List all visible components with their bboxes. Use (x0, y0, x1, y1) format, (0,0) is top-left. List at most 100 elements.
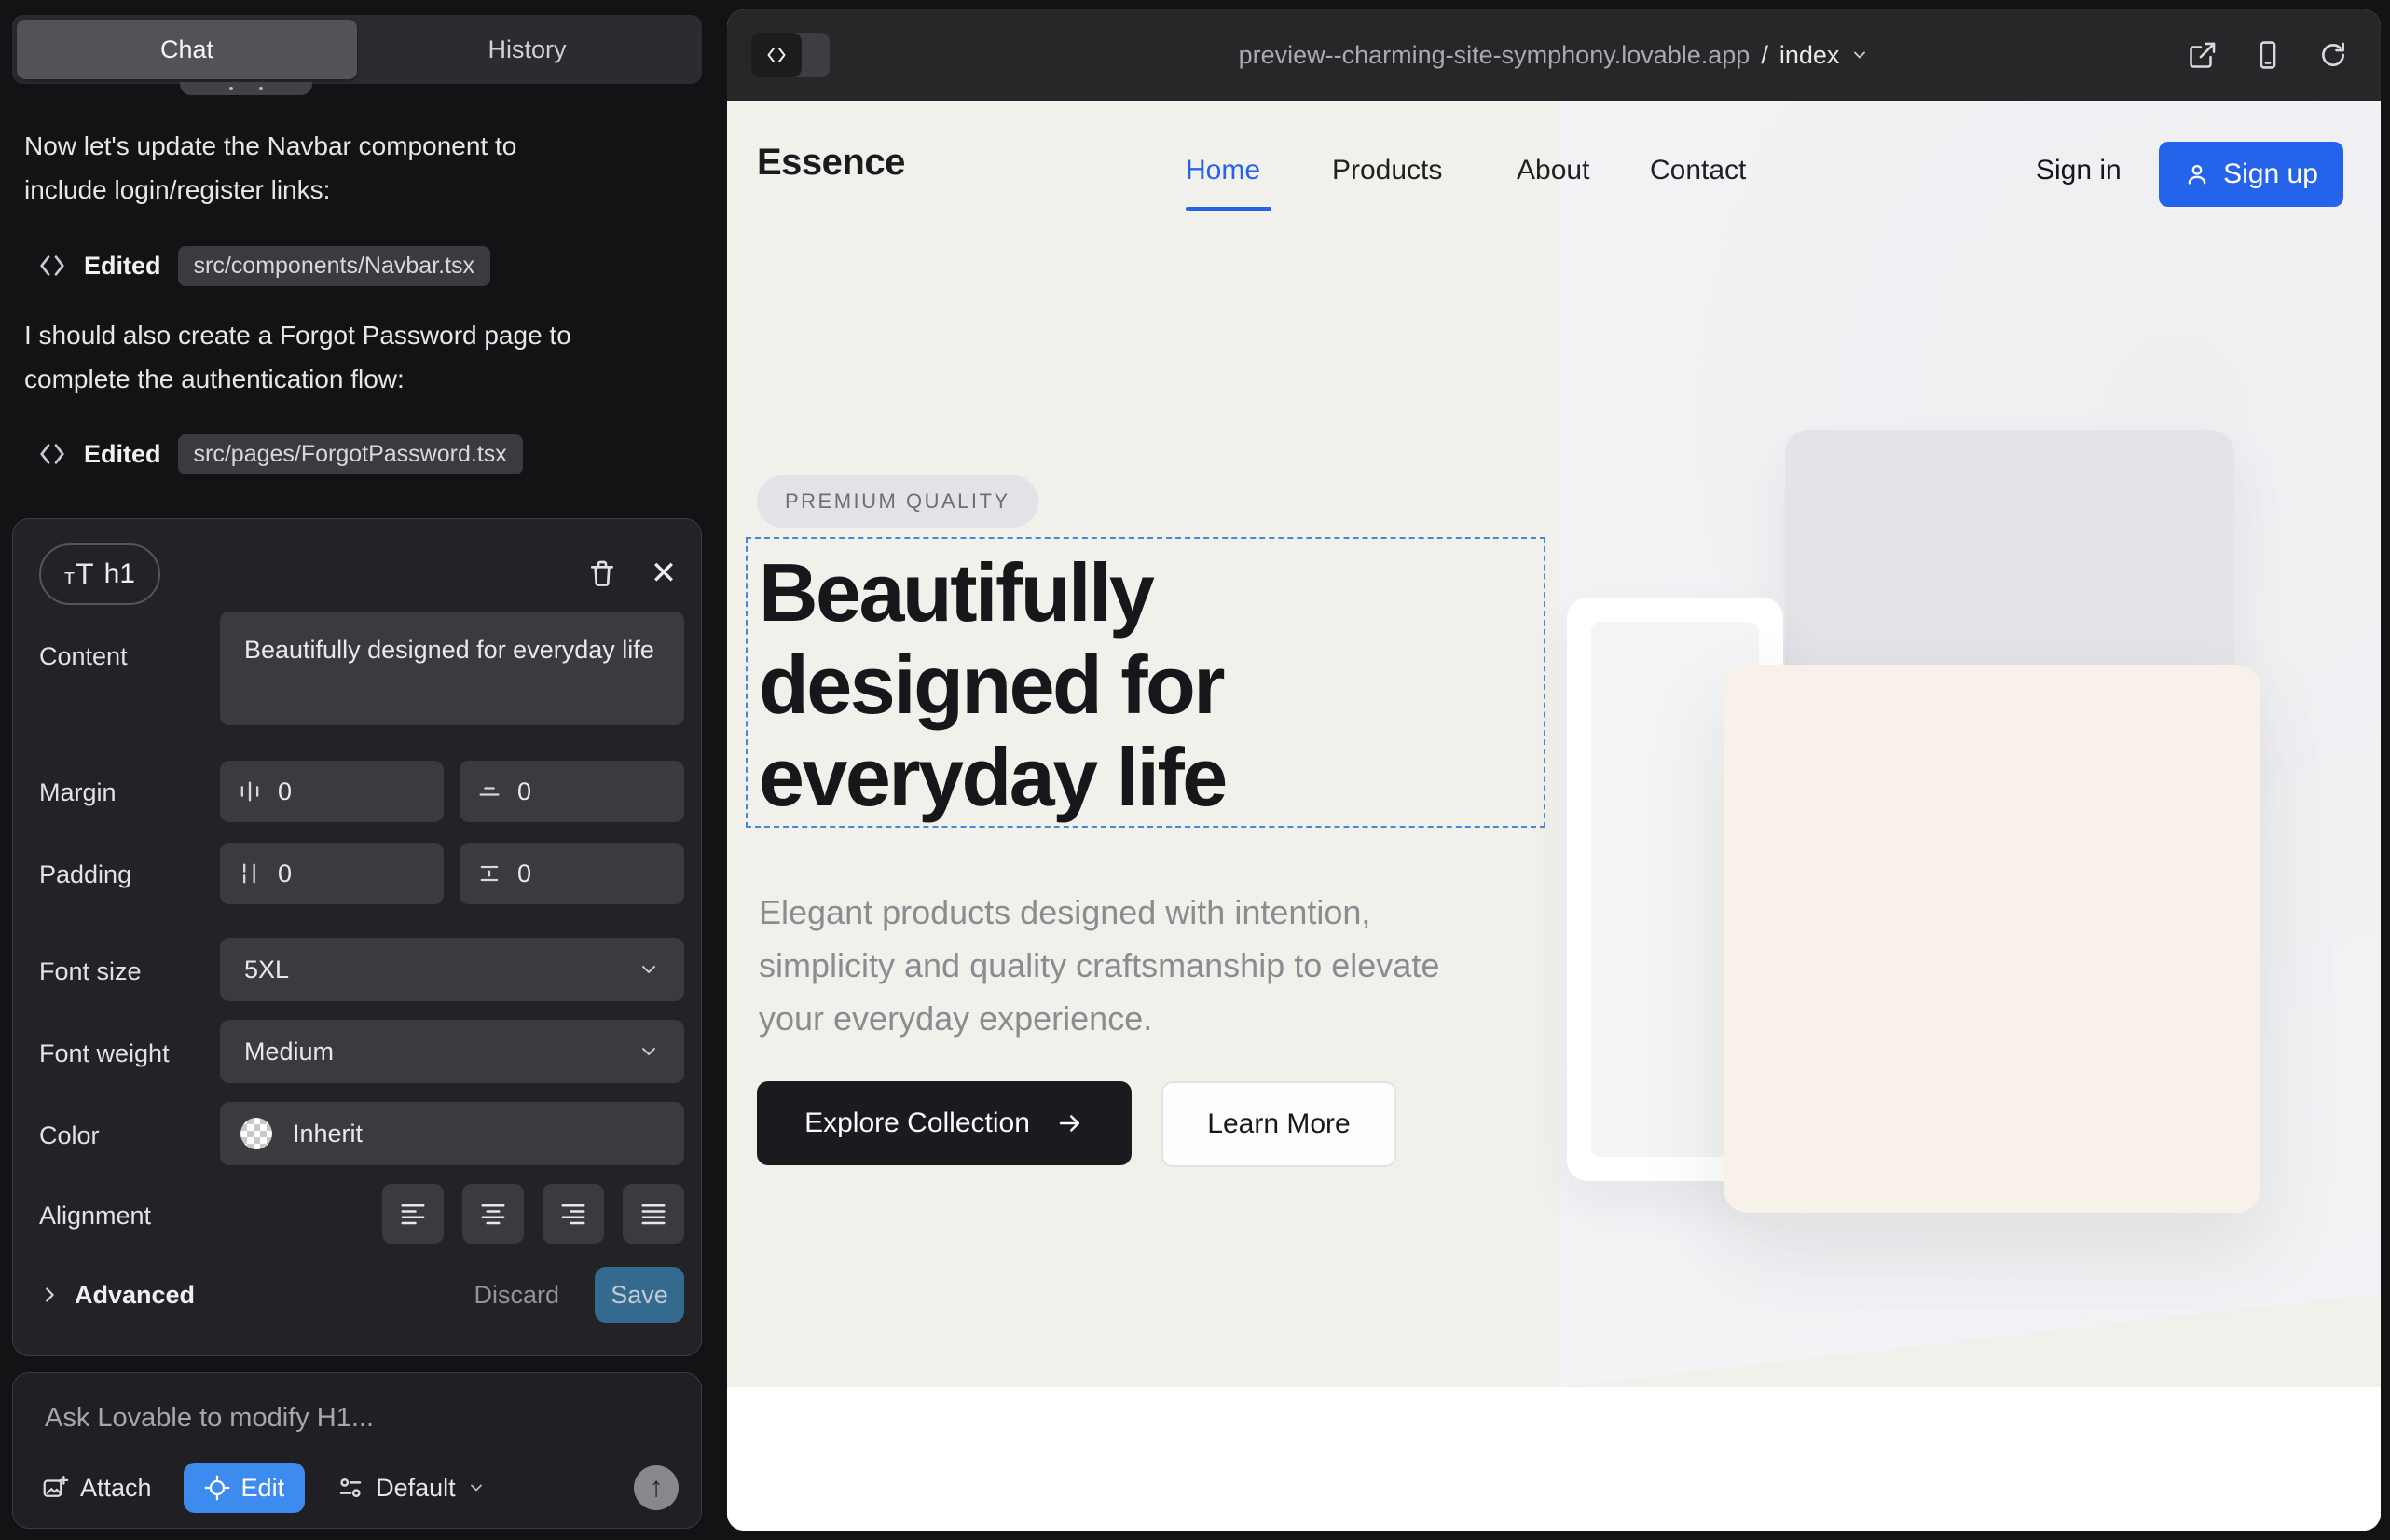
advanced-toggle[interactable]: Advanced (39, 1281, 195, 1310)
url-bar[interactable]: preview--charming-site-symphony.lovable.… (913, 9, 2194, 101)
code-icon (37, 439, 67, 469)
arrow-up-icon: ↑ (650, 1472, 664, 1504)
sliders-icon (337, 1474, 364, 1502)
chevron-right-icon (39, 1285, 60, 1305)
font-size-select[interactable]: 5XL (220, 938, 684, 1001)
editor-footer: Advanced Discard Save (39, 1265, 684, 1325)
external-link-icon (2187, 39, 2218, 71)
margin-y-input[interactable] (517, 777, 601, 806)
url-page-selector: index (1779, 41, 1840, 70)
align-center-button[interactable] (462, 1184, 524, 1244)
delete-element-button[interactable] (582, 551, 623, 596)
nav-link-products[interactable]: Products (1332, 155, 1442, 186)
edit-target-icon (204, 1475, 230, 1501)
attach-image-icon (41, 1474, 69, 1502)
selected-element-tag: тT h1 (39, 543, 160, 605)
site-logo[interactable]: Essence (757, 142, 905, 184)
padding-label: Padding (39, 860, 131, 889)
edited-file-chip[interactable]: src/components/Navbar.tsx (178, 246, 491, 286)
decorative-card-cream (1724, 665, 2260, 1213)
hero-heading[interactable]: Beautifully designed for everyday life (759, 546, 1355, 823)
refresh-icon (2317, 39, 2349, 71)
margin-y-field (460, 761, 684, 822)
preview-viewport: Essence Home Products About Contact Sign… (727, 101, 2381, 1531)
edit-mode-button[interactable]: Edit (184, 1463, 306, 1513)
padding-horizontal-icon (237, 860, 263, 887)
margin-horizontal-icon (237, 778, 263, 804)
discard-button[interactable]: Discard (474, 1281, 559, 1310)
edited-label: Edited (84, 252, 161, 281)
padding-y-field (460, 843, 684, 904)
edited-file-row: Edited src/components/Navbar.tsx (37, 244, 490, 287)
element-editor-panel: тT h1 ✕ Content Beautifully designed for… (12, 518, 702, 1356)
chat-history-tabbar: Chat History (12, 15, 702, 84)
chat-message: I should also create a Forgot Password p… (24, 313, 584, 401)
margin-label: Margin (39, 778, 117, 807)
nav-link-contact[interactable]: Contact (1650, 155, 1746, 186)
lovable-app: Chat History Now let's update the Navbar… (0, 0, 2390, 1540)
font-weight-select[interactable]: Medium (220, 1020, 684, 1083)
premium-quality-badge: PREMIUM QUALITY (757, 475, 1038, 528)
chevron-down-icon (638, 1040, 660, 1063)
hero-section: Essence Home Products About Contact Sign… (727, 101, 2381, 1387)
code-preview-toggle[interactable] (751, 33, 830, 77)
model-default-dropdown[interactable]: Default (337, 1474, 486, 1503)
sidebar: Chat History Now let's update the Navbar… (0, 0, 727, 1540)
close-editor-button[interactable]: ✕ (643, 551, 684, 596)
open-external-button[interactable] (2187, 39, 2218, 71)
mobile-view-button[interactable] (2252, 39, 2284, 71)
url-host: preview--charming-site-symphony.lovable.… (1239, 41, 1751, 70)
element-tag-label: h1 (104, 558, 135, 590)
arrow-right-icon (1056, 1109, 1084, 1137)
font-weight-label: Font weight (39, 1039, 170, 1068)
color-swatch-transparent (240, 1118, 272, 1149)
send-button[interactable]: ↑ (634, 1465, 679, 1510)
person-icon (2184, 161, 2210, 187)
chevron-down-icon (467, 1478, 486, 1497)
code-icon (37, 251, 67, 281)
color-value: Inherit (293, 1120, 363, 1148)
edited-file-chip[interactable]: src/pages/ForgotPassword.tsx (178, 434, 523, 474)
color-picker-field[interactable]: Inherit (220, 1102, 684, 1165)
align-right-button[interactable] (543, 1184, 604, 1244)
explore-collection-button[interactable]: Explore Collection (757, 1081, 1132, 1165)
advanced-label: Advanced (75, 1281, 195, 1310)
save-button[interactable]: Save (595, 1267, 684, 1323)
attach-button[interactable]: Attach (41, 1474, 152, 1503)
prompt-composer: Attach Edit Default ↑ (12, 1372, 702, 1529)
nav-link-home[interactable]: Home (1186, 155, 1260, 186)
signin-link[interactable]: Sign in (2036, 155, 2122, 186)
align-justify-button[interactable] (623, 1184, 684, 1244)
tab-history[interactable]: History (357, 20, 697, 79)
align-left-button[interactable] (382, 1184, 444, 1244)
url-separator: / (1761, 41, 1768, 70)
prompt-input[interactable] (45, 1396, 669, 1440)
mobile-device-icon (2252, 39, 2284, 71)
code-icon (751, 33, 802, 77)
font-size-label: Font size (39, 957, 142, 986)
padding-x-input[interactable] (278, 859, 362, 888)
default-label: Default (376, 1474, 456, 1503)
content-label: Content (39, 642, 128, 671)
composer-toolbar: Attach Edit Default ↑ (41, 1463, 679, 1513)
margin-x-field (220, 761, 444, 822)
nav-link-about[interactable]: About (1517, 155, 1589, 186)
signup-button[interactable]: Sign up (2159, 142, 2343, 207)
edited-file-row: Edited src/pages/ForgotPassword.tsx (37, 433, 523, 475)
padding-vertical-icon (476, 860, 502, 887)
primary-cta-label: Explore Collection (804, 1107, 1030, 1139)
edit-label: Edit (241, 1474, 285, 1503)
chevron-down-icon (1850, 46, 1869, 64)
typography-icon: тT (64, 557, 95, 592)
content-textarea[interactable]: Beautifully designed for everyday life (220, 612, 684, 725)
scrolled-chip-peek (180, 82, 312, 95)
learn-more-button[interactable]: Learn More (1161, 1081, 1396, 1167)
preview-browser-frame: preview--charming-site-symphony.lovable.… (727, 9, 2381, 1531)
margin-x-input[interactable] (278, 777, 362, 806)
padding-y-input[interactable] (517, 859, 601, 888)
tab-chat[interactable]: Chat (17, 20, 357, 79)
margin-vertical-icon (476, 778, 502, 804)
refresh-button[interactable] (2317, 39, 2349, 71)
alignment-buttons (220, 1184, 684, 1244)
font-weight-value: Medium (244, 1038, 334, 1066)
